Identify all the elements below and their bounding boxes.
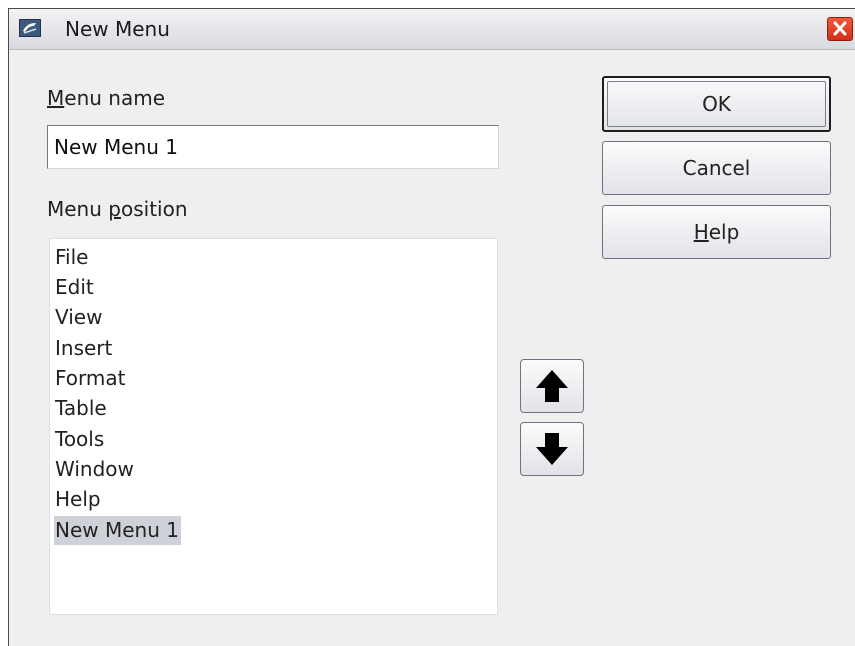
list-item-tools[interactable]: Tools bbox=[54, 425, 106, 454]
list-item-window[interactable]: Window bbox=[54, 455, 136, 484]
cancel-button[interactable]: Cancel bbox=[602, 141, 831, 195]
menu-name-label: Menu name bbox=[47, 86, 165, 110]
ok-button-focus-ring bbox=[607, 81, 826, 127]
menu-name-input[interactable] bbox=[47, 125, 499, 169]
list-item-table[interactable]: Table bbox=[54, 394, 109, 423]
arrow-down-icon bbox=[536, 433, 568, 465]
help-button[interactable]: Help bbox=[602, 205, 831, 259]
arrow-up-icon bbox=[536, 370, 568, 402]
menu-position-label: Menu position bbox=[47, 197, 188, 221]
title-bar[interactable]: New Menu bbox=[9, 9, 855, 50]
move-up-button[interactable] bbox=[520, 359, 584, 413]
cancel-button-label: Cancel bbox=[682, 156, 751, 180]
help-button-label: Help bbox=[693, 220, 740, 244]
close-icon bbox=[833, 21, 847, 36]
menu-position-list[interactable]: File Edit View Insert Format Table Tools… bbox=[49, 238, 498, 615]
list-item-format[interactable]: Format bbox=[54, 364, 127, 393]
close-button[interactable] bbox=[827, 17, 853, 41]
window-title: New Menu bbox=[65, 17, 170, 41]
list-item-new-menu-1[interactable]: New Menu 1 bbox=[54, 516, 181, 545]
move-down-button[interactable] bbox=[520, 422, 584, 476]
list-item-edit[interactable]: Edit bbox=[54, 273, 96, 302]
ok-button[interactable]: OK bbox=[602, 76, 831, 132]
list-item-help[interactable]: Help bbox=[54, 485, 103, 514]
list-item-insert[interactable]: Insert bbox=[54, 334, 114, 363]
app-icon bbox=[19, 19, 41, 37]
list-item-file[interactable]: File bbox=[54, 243, 90, 272]
new-menu-dialog: New Menu Menu name Menu position File Ed… bbox=[8, 8, 855, 646]
list-item-view[interactable]: View bbox=[54, 303, 104, 332]
